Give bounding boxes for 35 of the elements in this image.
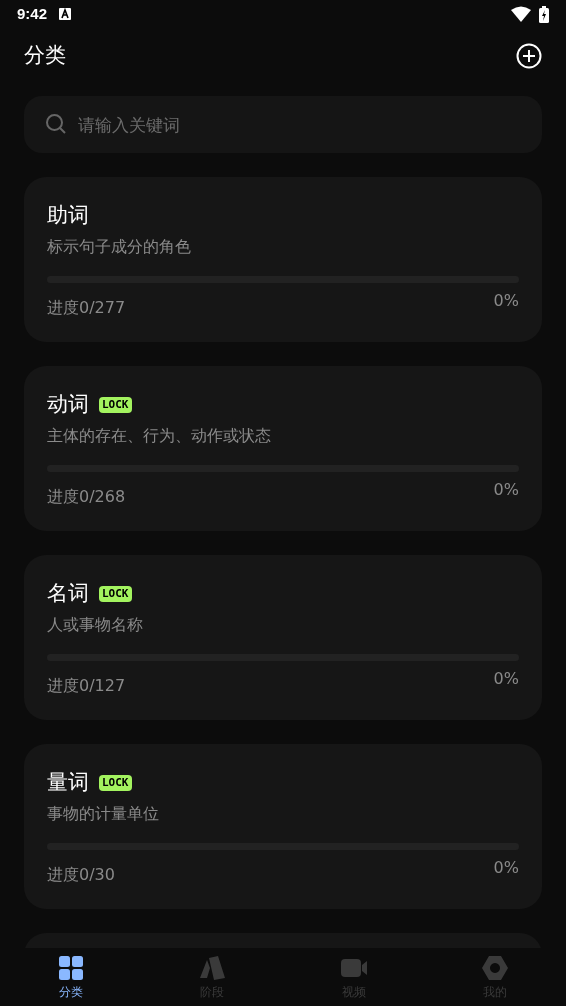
battery-icon <box>539 5 549 23</box>
progress-count: 进度0/277 <box>47 297 126 319</box>
search-field[interactable]: 请输入关键词 <box>24 96 542 153</box>
progress-percent: 0% <box>493 857 519 879</box>
lock-badge: LOCK <box>99 775 132 791</box>
category-card[interactable]: 名词 LOCK 人或事物名称 进度0/127 0% <box>24 555 542 720</box>
category-description: 主体的存在、行为、动作或状态 <box>47 425 272 447</box>
page-title: 分类 <box>24 42 66 70</box>
lock-badge: LOCK <box>99 397 132 413</box>
status-time: 9:42 <box>17 3 48 24</box>
grid-icon <box>56 954 85 982</box>
hexagon-icon <box>481 954 510 982</box>
progress-percent: 0% <box>493 479 519 501</box>
progress-count: 进度0/268 <box>47 486 126 508</box>
category-name: 动词 <box>47 391 89 419</box>
category-description: 人或事物名称 <box>47 614 144 636</box>
progress-percent: 0% <box>493 668 519 690</box>
category-card[interactable]: 动词 LOCK 主体的存在、行为、动作或状态 进度0/268 0% <box>24 366 542 531</box>
nav-tab[interactable]: 分类 <box>0 948 142 1006</box>
progress-percent: 0% <box>493 290 519 312</box>
search-icon <box>45 113 67 135</box>
progress-count: 进度0/127 <box>47 675 126 697</box>
category-description: 事物的计量单位 <box>47 803 160 825</box>
notification-icon <box>59 8 72 20</box>
stage-icon <box>198 954 227 982</box>
progress-count: 进度0/30 <box>47 864 115 886</box>
category-name: 名词 <box>47 580 89 608</box>
lock-badge: LOCK <box>99 586 132 602</box>
wifi-icon <box>511 6 531 22</box>
category-card[interactable]: 助词 标示句子成分的角色 进度0/277 0% <box>24 177 542 342</box>
category-name: 助词 <box>47 202 89 230</box>
add-icon[interactable] <box>516 43 542 69</box>
category-card[interactable]: 量词 LOCK 事物的计量单位 进度0/30 0% <box>24 744 542 909</box>
category-name: 量词 <box>47 769 89 797</box>
category-description: 标示句子成分的角色 <box>47 236 192 258</box>
